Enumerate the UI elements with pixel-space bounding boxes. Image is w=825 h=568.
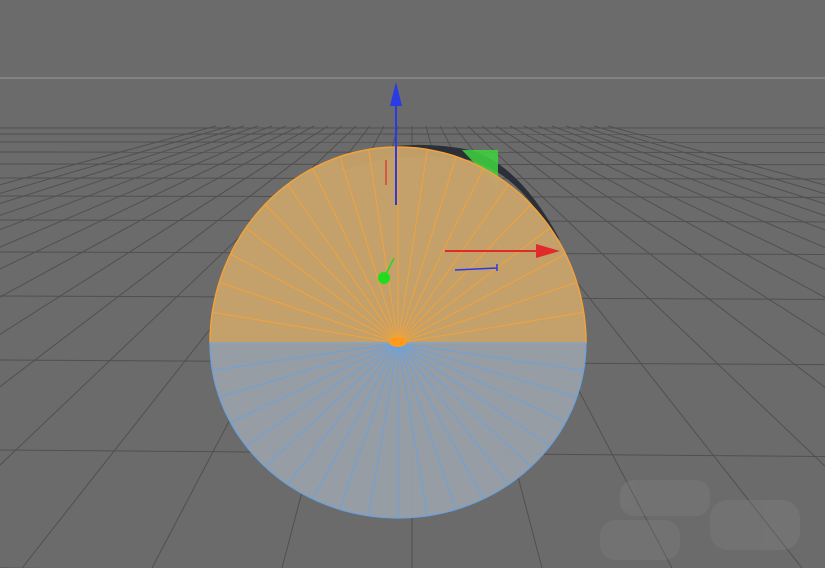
disc-mesh[interactable] — [209, 146, 587, 519]
viewport-canvas[interactable] — [0, 0, 825, 568]
z-axis-arrow-icon[interactable] — [390, 82, 402, 106]
y-axis-handle-icon[interactable] — [378, 272, 390, 284]
grid-line — [0, 125, 245, 205]
grid-line — [0, 125, 217, 186]
pivot-dot-icon — [389, 337, 407, 347]
viewport-smudge — [600, 480, 800, 560]
3d-viewport[interactable] — [0, 0, 825, 568]
